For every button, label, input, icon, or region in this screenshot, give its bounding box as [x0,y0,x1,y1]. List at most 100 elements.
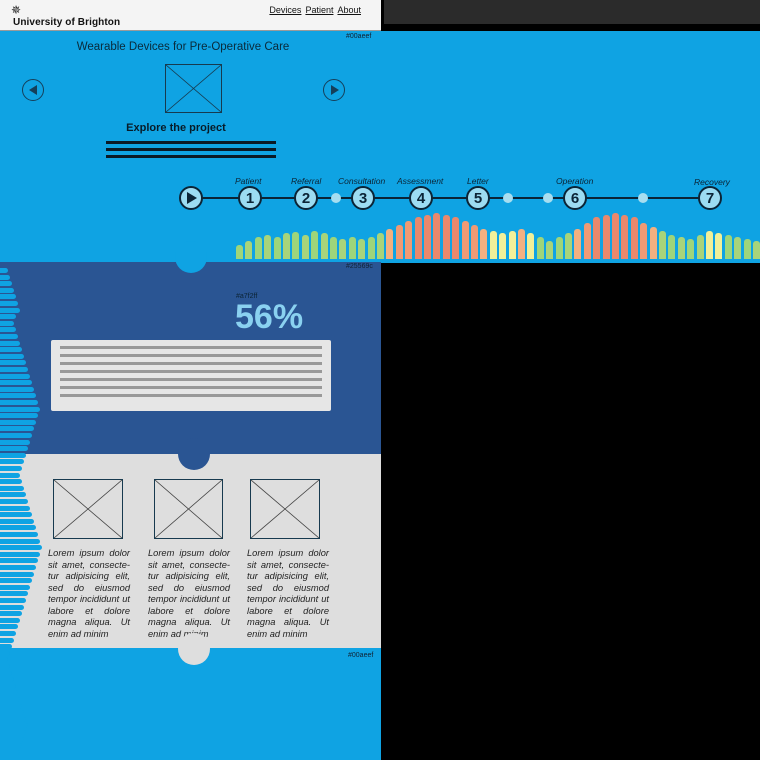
side-bar [0,644,12,650]
arrow-left-icon [29,85,37,95]
side-bar [0,485,24,491]
activity-bar [536,237,544,259]
side-bar [0,657,8,663]
activity-bar [358,239,366,259]
timeline-track [192,197,712,199]
side-bar [0,314,16,320]
nav-link-about[interactable]: About [337,5,361,15]
activity-bar [339,239,347,259]
activity-bar [508,231,516,259]
side-bar [0,716,26,722]
nav-link-patient[interactable]: Patient [305,5,333,15]
bottom-hex-label: #00aeef [348,652,374,659]
side-bar [0,373,30,379]
timeline-play-button[interactable] [179,186,203,210]
side-bar [0,347,22,353]
activity-bar [348,237,356,259]
activity-bar [414,217,422,259]
side-bar [0,393,36,399]
hero-section: #00aeef Wearable Devices for Pre-Operati… [0,31,760,263]
activity-bar [630,217,638,259]
side-bar [0,545,42,551]
card-image-placeholder [53,479,123,539]
percentage-value: 56% [235,298,304,336]
side-bar [0,499,28,504]
side-bar [0,281,12,287]
side-bar [0,287,14,293]
side-bar [0,446,28,452]
side-bar [0,433,32,438]
side-bar [0,353,24,359]
star-logo-icon[interactable]: ✵ [11,4,23,16]
activity-bar [292,232,300,259]
activity-bar [424,215,431,259]
activity-bar [640,223,648,259]
side-bar [0,710,24,716]
timeline-label-referral: Referral [291,176,322,186]
timeline-label-patient: Patient [235,176,262,186]
timeline-label-consultation: Consultation [338,176,386,186]
hero-title: Wearable Devices for Pre-Operative Care [76,41,290,53]
card-text: Lorem ipsum dolor sit amet, consecte-tur… [247,548,329,639]
activity-bar [668,235,676,259]
side-bar [0,459,24,465]
brand-name[interactable]: University of Brighton [13,17,120,28]
activity-bar [471,225,478,259]
side-bar [0,749,20,755]
activity-bar [734,237,742,259]
side-bar [0,386,34,392]
side-bar [0,426,34,432]
carousel-prev-button[interactable] [22,79,44,101]
side-bar [0,730,26,735]
activity-bar [311,231,319,259]
timeline-dot[interactable] [543,193,553,203]
section-notch [178,438,210,470]
side-bar [0,505,30,511]
card-text: Lorem ipsum dolor sit amet, consecte-tur… [48,548,130,639]
timeline-dot[interactable] [331,193,341,203]
nav-link-devices[interactable]: Devices [269,5,301,15]
divider-line [106,155,276,158]
activity-bar [565,233,572,259]
stats-hex-label: #25569c [346,263,373,270]
activity-bar [367,237,375,259]
activity-bar [602,215,610,259]
activity-bar [659,231,666,259]
side-bar [0,617,20,623]
activity-bar [593,217,601,259]
side-bar [0,452,26,458]
activity-bar [649,227,657,259]
hero-hex-label: #00aeef [346,33,372,40]
top-strip [384,0,760,24]
activity-bar [499,233,507,259]
side-bar [0,406,40,412]
side-bar [0,650,10,656]
side-bar [0,697,20,702]
side-bar [0,743,22,749]
side-bar [0,703,22,709]
side-bar [0,631,16,636]
activity-bar [442,215,450,259]
play-icon [187,192,197,204]
side-bar [0,268,8,273]
activity-bars [236,203,760,259]
activity-bar [612,213,619,259]
activity-bar [301,235,309,259]
activity-bar [377,233,384,259]
timeline-dot[interactable] [638,193,648,203]
side-bar [0,664,10,669]
carousel-next-button[interactable] [323,79,345,101]
activity-bar [254,237,262,259]
activity-bar [546,241,554,259]
side-bar [0,558,38,564]
timeline-dot[interactable] [503,193,513,203]
explore-project-link[interactable]: Explore the project [96,122,256,134]
side-bar [0,551,40,557]
text-placeholder-box [51,340,331,411]
section-notch [178,633,210,665]
activity-bar [386,229,394,259]
activity-bar [461,221,469,259]
activity-bar [518,229,525,259]
side-bar [0,413,38,419]
side-bar [0,637,14,643]
